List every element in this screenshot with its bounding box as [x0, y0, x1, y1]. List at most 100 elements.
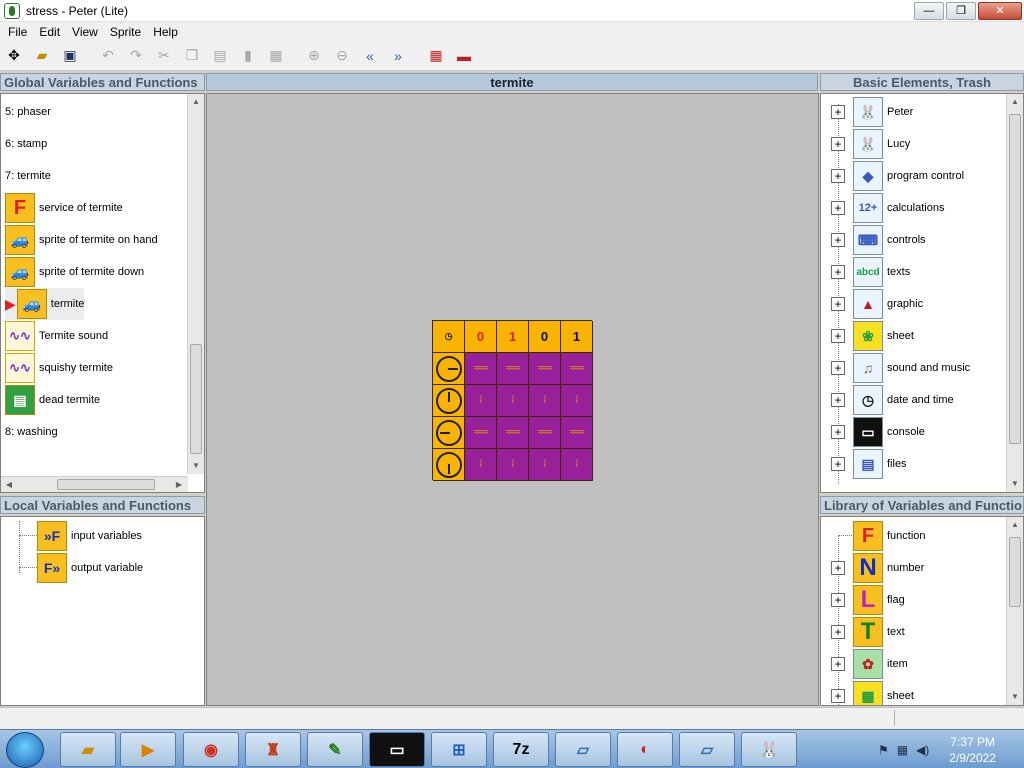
- termite-sprite-icon[interactable]: ⁞: [465, 385, 497, 417]
- tree-item[interactable]: + ⌨ controls: [821, 224, 926, 256]
- taskbar-media-icon[interactable]: ▶: [120, 732, 176, 767]
- tree-item[interactable]: + ▲ graphic: [821, 288, 923, 320]
- delete-icon[interactable]: ▮: [236, 44, 260, 68]
- taskbar-7z-icon[interactable]: 7z: [493, 732, 549, 767]
- tree-item[interactable]: + ✿ item: [821, 648, 908, 680]
- scroll-up-icon[interactable]: ▲: [1007, 517, 1023, 533]
- expand-icon[interactable]: +: [831, 233, 845, 247]
- expand-icon[interactable]: +: [831, 393, 845, 407]
- termite-sprite-icon[interactable]: ⁞: [529, 385, 561, 417]
- open-folder-icon[interactable]: ▰: [30, 44, 54, 68]
- tree-item[interactable]: + Ttext: [821, 616, 905, 648]
- tree-item[interactable]: + ▤ files: [821, 448, 907, 480]
- global-vertical-scrollbar[interactable]: ▲ ▼: [187, 94, 204, 474]
- global-horizontal-scrollbar[interactable]: ◀ ▶: [1, 476, 188, 492]
- termite-sprite-icon[interactable]: ≈≈≈: [465, 353, 497, 385]
- scroll-down-icon[interactable]: ▼: [188, 458, 204, 474]
- expand-icon[interactable]: +: [831, 625, 845, 639]
- flag-tray-icon[interactable]: ⚑: [878, 743, 889, 757]
- expand-icon[interactable]: +: [831, 457, 845, 471]
- tree-item[interactable]: + 🐰 Lucy: [821, 128, 910, 160]
- tree-item[interactable]: + Lflag: [821, 584, 905, 616]
- grid-icon[interactable]: ▦: [424, 44, 448, 68]
- menu-edit[interactable]: Edit: [33, 25, 66, 39]
- tree-item[interactable]: + ◷ date and time: [821, 384, 954, 416]
- copy-icon[interactable]: ❐: [180, 44, 204, 68]
- termite-sprite-icon[interactable]: ⁞: [465, 449, 497, 481]
- cut-icon[interactable]: ✂: [152, 44, 176, 68]
- clock-icon[interactable]: [433, 449, 465, 481]
- sprite-grid[interactable]: ◷ 0 1 0 1 ≈≈≈ ≈≈≈ ≈≈≈ ≈≈≈ ⁞ ⁞ ⁞ ⁞ ≈≈≈ ≈≈…: [432, 320, 593, 481]
- list-item[interactable]: »F input variables: [37, 520, 142, 552]
- expand-icon[interactable]: +: [831, 169, 845, 183]
- zoom-out-icon[interactable]: ⊖: [330, 44, 354, 68]
- list-item[interactable]: 7: termite: [5, 160, 51, 192]
- list-item[interactable]: 6: stamp: [5, 128, 47, 160]
- taskbar-notepad-icon[interactable]: ▱: [555, 732, 611, 767]
- menu-view[interactable]: View: [66, 25, 104, 39]
- termite-sprite-icon[interactable]: ⁞: [497, 449, 529, 481]
- scroll-up-icon[interactable]: ▲: [188, 94, 204, 110]
- termite-sprite-icon[interactable]: ⁞: [497, 385, 529, 417]
- tree-item[interactable]: + ♫ sound and music: [821, 352, 970, 384]
- select-icon[interactable]: ▦: [264, 44, 288, 68]
- expand-icon[interactable]: +: [831, 593, 845, 607]
- redo-icon[interactable]: ↷: [124, 44, 148, 68]
- taskbar-bunny-icon[interactable]: 🐰: [741, 732, 797, 767]
- move-icon[interactable]: ✥: [2, 44, 26, 68]
- tree-item[interactable]: + ▭ console: [821, 416, 925, 448]
- expand-icon[interactable]: +: [831, 105, 845, 119]
- grid-header-cell[interactable]: 1: [497, 321, 529, 353]
- scroll-down-icon[interactable]: ▼: [1007, 689, 1023, 705]
- termite-sprite-icon[interactable]: ≈≈≈: [529, 353, 561, 385]
- termite-sprite-icon[interactable]: ≈≈≈: [465, 417, 497, 449]
- clock-icon[interactable]: [433, 417, 465, 449]
- expand-icon[interactable]: +: [831, 689, 845, 703]
- expand-icon[interactable]: +: [831, 561, 845, 575]
- termite-sprite-icon[interactable]: ⁞: [561, 449, 593, 481]
- start-button[interactable]: [6, 732, 44, 768]
- taskbar-editor-icon[interactable]: ✎: [307, 732, 363, 767]
- close-button[interactable]: ✕: [978, 2, 1022, 20]
- save-icon[interactable]: ▣: [58, 44, 82, 68]
- taskbar-game-icon[interactable]: ♜: [245, 732, 301, 767]
- expand-icon[interactable]: +: [831, 329, 845, 343]
- run-car-icon[interactable]: ▬: [452, 44, 476, 68]
- termite-sprite-icon[interactable]: ⁞: [529, 449, 561, 481]
- termite-sprite-icon[interactable]: ≈≈≈: [529, 417, 561, 449]
- basic-vertical-scrollbar[interactable]: ▲ ▼: [1006, 94, 1023, 492]
- menu-help[interactable]: Help: [147, 25, 184, 39]
- expand-icon[interactable]: +: [831, 657, 845, 671]
- list-item-selected[interactable]: ▶ 🚙 termite: [5, 288, 85, 320]
- maximize-button[interactable]: ❐: [946, 2, 976, 20]
- termite-sprite-icon[interactable]: ⁞: [561, 385, 593, 417]
- scroll-down-icon[interactable]: ▼: [1007, 476, 1023, 492]
- list-item[interactable]: 8: washing: [5, 416, 58, 448]
- tree-item[interactable]: + 🐰 Peter: [821, 96, 913, 128]
- expand-icon[interactable]: +: [831, 265, 845, 279]
- taskbar-console-icon[interactable]: ▭: [369, 732, 425, 767]
- expand-icon[interactable]: +: [831, 201, 845, 215]
- list-item[interactable]: F service of termite: [5, 192, 123, 224]
- scroll-thumb[interactable]: [1009, 114, 1021, 444]
- termite-sprite-icon[interactable]: ≈≈≈: [561, 353, 593, 385]
- scroll-thumb[interactable]: [57, 479, 155, 490]
- network-tray-icon[interactable]: ▦: [897, 743, 908, 757]
- expand-icon[interactable]: +: [831, 425, 845, 439]
- tree-item[interactable]: + ◆ program control: [821, 160, 964, 192]
- list-item[interactable]: 🚙 sprite of termite down: [5, 256, 144, 288]
- tree-item[interactable]: Ffunction: [821, 520, 926, 552]
- termite-sprite-icon[interactable]: ≈≈≈: [497, 417, 529, 449]
- taskbar-writer-icon[interactable]: ▱: [679, 732, 735, 767]
- library-vertical-scrollbar[interactable]: ▲ ▼: [1006, 517, 1023, 705]
- expand-icon[interactable]: +: [831, 361, 845, 375]
- grid-header-cell[interactable]: 0: [465, 321, 497, 353]
- scroll-left-icon[interactable]: ◀: [1, 477, 17, 492]
- scroll-thumb[interactable]: [1009, 537, 1021, 607]
- scroll-right-icon[interactable]: ▶: [171, 477, 187, 492]
- step-forward-icon[interactable]: »: [386, 44, 410, 68]
- volume-tray-icon[interactable]: ◀): [916, 743, 929, 757]
- grid-header-cell[interactable]: 1: [561, 321, 593, 353]
- zoom-in-icon[interactable]: ⊕: [302, 44, 326, 68]
- paste-icon[interactable]: ▤: [208, 44, 232, 68]
